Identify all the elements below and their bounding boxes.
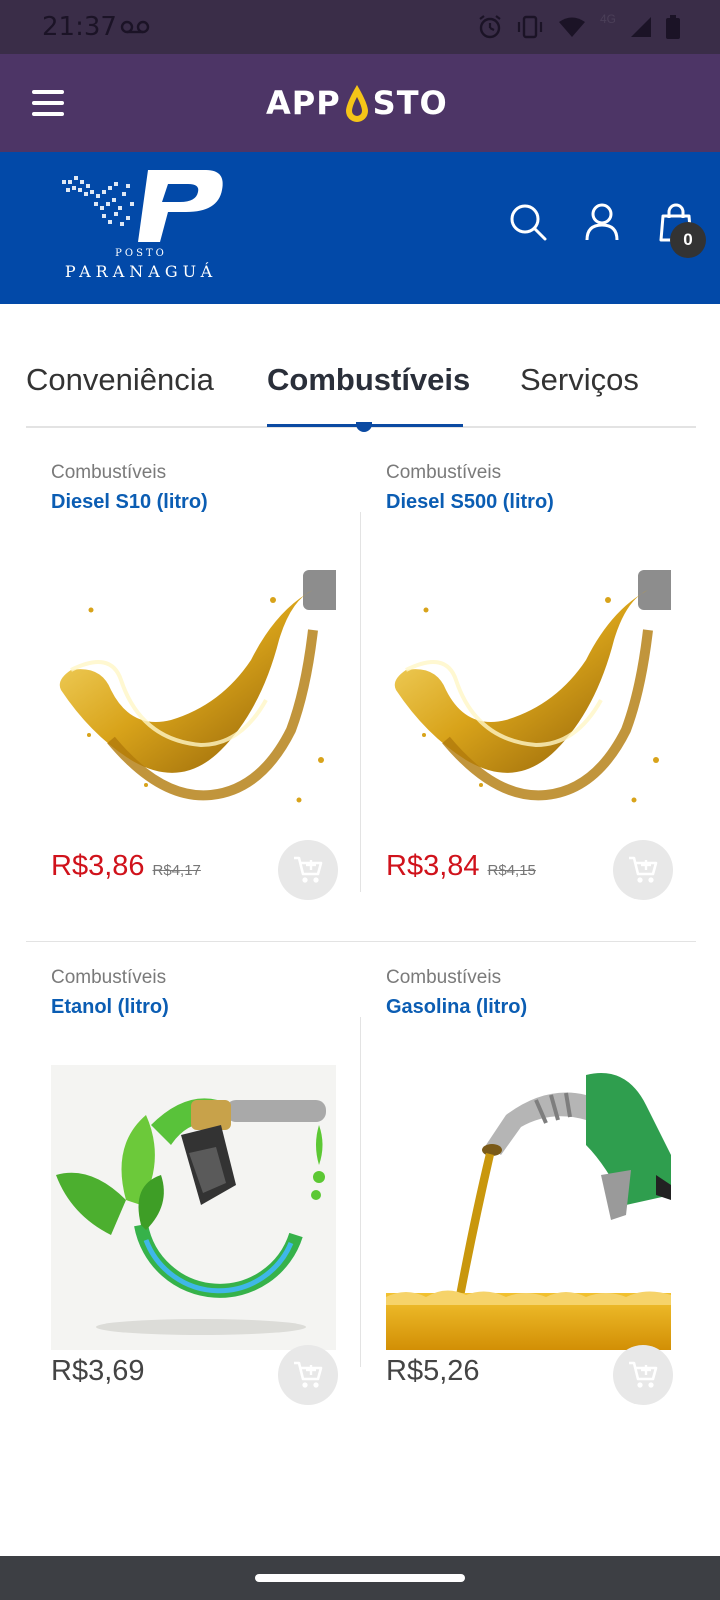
oil-splash-graphic	[394, 570, 671, 803]
product-name[interactable]: Gasolina (litro)	[386, 996, 527, 1019]
appposto-logo: APP STO	[266, 78, 448, 128]
fuel-drop-icon	[345, 85, 368, 122]
product-price: R$3,86	[51, 850, 145, 882]
tab-conveniencia[interactable]: Conveniência	[26, 362, 214, 398]
product-category: Combustíveis	[386, 462, 502, 483]
diesel-oil-splash-image[interactable]	[51, 570, 336, 855]
product-category: Combustíveis	[51, 967, 167, 988]
gasoline-graphic	[386, 1073, 671, 1350]
add-to-cart-button[interactable]	[278, 1345, 338, 1405]
user-icon[interactable]	[582, 202, 622, 242]
home-gesture-pill[interactable]	[255, 1574, 465, 1582]
cart-plus-icon	[294, 856, 323, 883]
product-card[interactable]: Combustíveis Diesel S10 (litro) R$3,86 R…	[26, 430, 338, 935]
product-price: R$5,26	[386, 1355, 480, 1387]
store-name: PARANAGUÁ	[64, 262, 218, 281]
menu-line	[32, 112, 64, 116]
price-row: R$5,26	[386, 1355, 480, 1388]
tab-combustiveis[interactable]: Combustíveis	[267, 362, 470, 398]
system-navigation-bar	[0, 1556, 720, 1600]
oil-splash-graphic	[59, 570, 336, 803]
logo-text-left: APP	[266, 84, 341, 122]
tab-servicos[interactable]: Serviços	[520, 362, 639, 398]
add-to-cart-button[interactable]	[278, 840, 338, 900]
search-icon[interactable]	[508, 202, 548, 242]
network-label: 4G	[599, 12, 616, 26]
signal-icon	[631, 17, 651, 37]
product-name[interactable]: Diesel S500 (litro)	[386, 491, 554, 514]
ethanol-graphic	[56, 1098, 326, 1335]
product-card[interactable]: Combustíveis Gasolina (litro) R$5,26	[361, 935, 673, 1440]
logo-text-right: STO	[372, 84, 448, 122]
product-price: R$3,84	[386, 850, 480, 882]
price-row: R$3,86 R$4,17	[51, 850, 201, 883]
category-tabs: Conveniência Combustíveis Serviços	[26, 352, 696, 432]
alarm-icon	[479, 15, 501, 39]
wifi-icon	[558, 17, 585, 37]
product-card[interactable]: Combustíveis Etanol (litro) R$3,69	[26, 935, 338, 1440]
menu-line	[32, 90, 64, 94]
add-to-cart-button[interactable]	[613, 840, 673, 900]
product-old-price: R$4,15	[487, 862, 536, 879]
product-old-price: R$4,17	[152, 862, 201, 879]
cart-plus-icon	[629, 1361, 658, 1388]
battery-icon	[666, 15, 680, 39]
vibrate-icon	[517, 15, 543, 39]
menu-line	[32, 101, 64, 105]
cart-plus-icon	[294, 1361, 323, 1388]
product-price: R$3,69	[51, 1355, 145, 1387]
price-row: R$3,69	[51, 1355, 145, 1388]
price-row: R$3,84 R$4,15	[386, 850, 536, 883]
add-to-cart-button[interactable]	[613, 1345, 673, 1405]
product-category: Combustíveis	[386, 967, 502, 988]
product-category: Combustíveis	[51, 462, 167, 483]
status-time: 21:37	[42, 12, 117, 42]
gasoline-nozzle-pouring-image[interactable]	[386, 1065, 671, 1350]
ethanol-green-nozzle-image[interactable]	[51, 1065, 336, 1350]
voicemail-icon	[120, 20, 150, 34]
store-logo-caption: POSTO	[115, 248, 167, 259]
product-name[interactable]: Diesel S10 (litro)	[51, 491, 208, 514]
status-icons: 4G	[478, 12, 680, 40]
product-card[interactable]: Combustíveis Diesel S500 (litro) R$3,84 …	[361, 430, 673, 935]
product-name[interactable]: Etanol (litro)	[51, 996, 169, 1019]
cart-count-badge: 0	[670, 222, 706, 258]
cart-plus-icon	[629, 856, 658, 883]
status-bar: 21:37 4G	[0, 0, 720, 54]
app-bar: APP STO	[0, 54, 720, 152]
screen: 21:37 4G APP STO POSTO PARANAGUÁ 0 Conve…	[0, 0, 720, 1600]
diesel-oil-splash-image[interactable]	[386, 570, 671, 855]
posto-paranagua-logo: POSTO PARANAGUÁ	[56, 162, 226, 288]
hamburger-menu-button[interactable]	[26, 82, 70, 126]
store-header: POSTO PARANAGUÁ	[0, 152, 720, 304]
posto-p-emblem	[62, 170, 223, 242]
